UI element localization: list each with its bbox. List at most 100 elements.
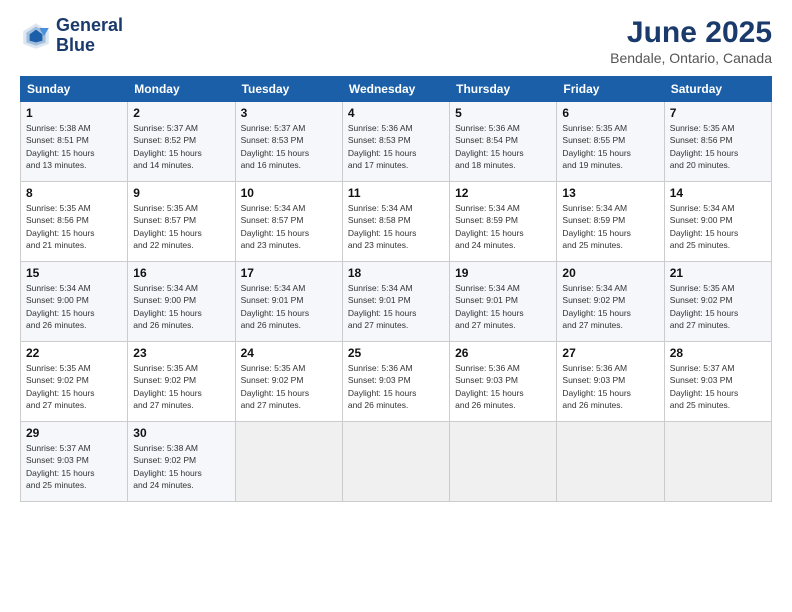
day-number: 2 — [133, 106, 229, 120]
day-number: 22 — [26, 346, 122, 360]
day-number: 23 — [133, 346, 229, 360]
calendar-cell: 22 Sunrise: 5:35 AM Sunset: 9:02 PM Dayli… — [21, 342, 128, 422]
day-info: Sunrise: 5:35 AM Sunset: 8:57 PM Dayligh… — [133, 202, 229, 251]
calendar-week-2: 8 Sunrise: 5:35 AM Sunset: 8:56 PM Daylig… — [21, 182, 772, 262]
day-info: Sunrise: 5:35 AM Sunset: 9:02 PM Dayligh… — [26, 362, 122, 411]
weekday-header-thursday: Thursday — [450, 77, 557, 102]
day-info: Sunrise: 5:34 AM Sunset: 8:59 PM Dayligh… — [562, 202, 658, 251]
day-number: 28 — [670, 346, 766, 360]
logo-text: General Blue — [56, 16, 123, 56]
calendar-week-3: 15 Sunrise: 5:34 AM Sunset: 9:00 PM Dayli… — [21, 262, 772, 342]
weekday-header-wednesday: Wednesday — [342, 77, 449, 102]
day-number: 12 — [455, 186, 551, 200]
day-number: 14 — [670, 186, 766, 200]
day-info: Sunrise: 5:36 AM Sunset: 8:53 PM Dayligh… — [348, 122, 444, 171]
day-info: Sunrise: 5:36 AM Sunset: 9:03 PM Dayligh… — [348, 362, 444, 411]
day-number: 9 — [133, 186, 229, 200]
day-number: 15 — [26, 266, 122, 280]
logo-line2: Blue — [56, 36, 123, 56]
calendar-cell: 19Sunrise: 5:34 AM Sunset: 9:01 PM Dayli… — [450, 262, 557, 342]
calendar-cell: 27Sunrise: 5:36 AM Sunset: 9:03 PM Dayli… — [557, 342, 664, 422]
weekday-header-saturday: Saturday — [664, 77, 771, 102]
calendar-cell: 30Sunrise: 5:38 AM Sunset: 9:02 PM Dayli… — [128, 422, 235, 502]
calendar-cell: 28 Sunrise: 5:37 AM Sunset: 9:03 PM Dayli… — [664, 342, 771, 422]
day-info: Sunrise: 5:34 AM Sunset: 8:57 PM Dayligh… — [241, 202, 337, 251]
logo-icon — [20, 20, 52, 52]
day-info: Sunrise: 5:36 AM Sunset: 8:54 PM Dayligh… — [455, 122, 551, 171]
calendar-cell: 24 Sunrise: 5:35 AM Sunset: 9:02 PM Dayli… — [235, 342, 342, 422]
calendar-cell: 13Sunrise: 5:34 AM Sunset: 8:59 PM Dayli… — [557, 182, 664, 262]
day-number: 26 — [455, 346, 551, 360]
calendar-cell: 11Sunrise: 5:34 AM Sunset: 8:58 PM Dayli… — [342, 182, 449, 262]
day-number: 20 — [562, 266, 658, 280]
calendar-cell: 21Sunrise: 5:35 AM Sunset: 9:02 PM Dayli… — [664, 262, 771, 342]
day-info: Sunrise: 5:37 AM Sunset: 8:52 PM Dayligh… — [133, 122, 229, 171]
calendar-cell: 10Sunrise: 5:34 AM Sunset: 8:57 PM Dayli… — [235, 182, 342, 262]
day-info: Sunrise: 5:35 AM Sunset: 9:02 PM Dayligh… — [241, 362, 337, 411]
calendar-cell: 18 Sunrise: 5:34 AM Sunset: 9:01 PM Dayli… — [342, 262, 449, 342]
day-number: 6 — [562, 106, 658, 120]
day-number: 29 — [26, 426, 122, 440]
header: General Blue June 2025 Bendale, Ontario,… — [20, 16, 772, 66]
calendar-cell — [450, 422, 557, 502]
day-info: Sunrise: 5:34 AM Sunset: 9:00 PM Dayligh… — [670, 202, 766, 251]
calendar-table: SundayMondayTuesdayWednesdayThursdayFrid… — [20, 76, 772, 502]
logo: General Blue — [20, 16, 123, 56]
day-number: 27 — [562, 346, 658, 360]
weekday-header-tuesday: Tuesday — [235, 77, 342, 102]
calendar-week-5: 29 Sunrise: 5:37 AM Sunset: 9:03 PM Dayli… — [21, 422, 772, 502]
day-info: Sunrise: 5:35 AM Sunset: 8:56 PM Dayligh… — [670, 122, 766, 171]
calendar-cell: 7Sunrise: 5:35 AM Sunset: 8:56 PM Daylig… — [664, 102, 771, 182]
day-info: Sunrise: 5:34 AM Sunset: 8:58 PM Dayligh… — [348, 202, 444, 251]
day-info: Sunrise: 5:34 AM Sunset: 9:00 PM Dayligh… — [26, 282, 122, 331]
day-info: Sunrise: 5:34 AM Sunset: 9:01 PM Dayligh… — [455, 282, 551, 331]
calendar-cell — [664, 422, 771, 502]
day-number: 1 — [26, 106, 122, 120]
weekday-header-row: SundayMondayTuesdayWednesdayThursdayFrid… — [21, 77, 772, 102]
calendar-body: 1Sunrise: 5:38 AM Sunset: 8:51 PM Daylig… — [21, 102, 772, 502]
weekday-header-friday: Friday — [557, 77, 664, 102]
calendar-cell — [557, 422, 664, 502]
day-info: Sunrise: 5:35 AM Sunset: 9:02 PM Dayligh… — [133, 362, 229, 411]
calendar-cell: 25 Sunrise: 5:36 AM Sunset: 9:03 PM Dayli… — [342, 342, 449, 422]
calendar-cell: 9 Sunrise: 5:35 AM Sunset: 8:57 PM Daylig… — [128, 182, 235, 262]
day-info: Sunrise: 5:38 AM Sunset: 9:02 PM Dayligh… — [133, 442, 229, 491]
location-subtitle: Bendale, Ontario, Canada — [610, 50, 772, 66]
weekday-header-monday: Monday — [128, 77, 235, 102]
calendar-cell: 5Sunrise: 5:36 AM Sunset: 8:54 PM Daylig… — [450, 102, 557, 182]
calendar-cell: 26Sunrise: 5:36 AM Sunset: 9:03 PM Dayli… — [450, 342, 557, 422]
day-number: 25 — [348, 346, 444, 360]
calendar-week-4: 22 Sunrise: 5:35 AM Sunset: 9:02 PM Dayli… — [21, 342, 772, 422]
calendar-cell: 23 Sunrise: 5:35 AM Sunset: 9:02 PM Dayli… — [128, 342, 235, 422]
day-info: Sunrise: 5:37 AM Sunset: 8:53 PM Dayligh… — [241, 122, 337, 171]
day-number: 24 — [241, 346, 337, 360]
calendar-cell: 3 Sunrise: 5:37 AM Sunset: 8:53 PM Daylig… — [235, 102, 342, 182]
day-info: Sunrise: 5:34 AM Sunset: 8:59 PM Dayligh… — [455, 202, 551, 251]
day-number: 17 — [241, 266, 337, 280]
logo-line1: General — [56, 16, 123, 36]
day-number: 18 — [348, 266, 444, 280]
calendar-cell: 8 Sunrise: 5:35 AM Sunset: 8:56 PM Daylig… — [21, 182, 128, 262]
title-block: June 2025 Bendale, Ontario, Canada — [610, 16, 772, 66]
weekday-header-sunday: Sunday — [21, 77, 128, 102]
day-number: 16 — [133, 266, 229, 280]
day-info: Sunrise: 5:35 AM Sunset: 9:02 PM Dayligh… — [670, 282, 766, 331]
day-info: Sunrise: 5:37 AM Sunset: 9:03 PM Dayligh… — [26, 442, 122, 491]
day-number: 8 — [26, 186, 122, 200]
day-info: Sunrise: 5:37 AM Sunset: 9:03 PM Dayligh… — [670, 362, 766, 411]
day-number: 3 — [241, 106, 337, 120]
day-info: Sunrise: 5:35 AM Sunset: 8:56 PM Dayligh… — [26, 202, 122, 251]
calendar-cell: 29 Sunrise: 5:37 AM Sunset: 9:03 PM Dayli… — [21, 422, 128, 502]
day-number: 4 — [348, 106, 444, 120]
calendar-cell: 15 Sunrise: 5:34 AM Sunset: 9:00 PM Dayli… — [21, 262, 128, 342]
day-info: Sunrise: 5:34 AM Sunset: 9:00 PM Dayligh… — [133, 282, 229, 331]
page: General Blue June 2025 Bendale, Ontario,… — [0, 0, 792, 612]
calendar-week-1: 1Sunrise: 5:38 AM Sunset: 8:51 PM Daylig… — [21, 102, 772, 182]
calendar-header: SundayMondayTuesdayWednesdayThursdayFrid… — [21, 77, 772, 102]
day-info: Sunrise: 5:34 AM Sunset: 9:02 PM Dayligh… — [562, 282, 658, 331]
calendar-cell: 2 Sunrise: 5:37 AM Sunset: 8:52 PM Daylig… — [128, 102, 235, 182]
calendar-cell: 14 Sunrise: 5:34 AM Sunset: 9:00 PM Dayli… — [664, 182, 771, 262]
day-info: Sunrise: 5:34 AM Sunset: 9:01 PM Dayligh… — [348, 282, 444, 331]
calendar-cell: 17Sunrise: 5:34 AM Sunset: 9:01 PM Dayli… — [235, 262, 342, 342]
calendar-cell: 6Sunrise: 5:35 AM Sunset: 8:55 PM Daylig… — [557, 102, 664, 182]
